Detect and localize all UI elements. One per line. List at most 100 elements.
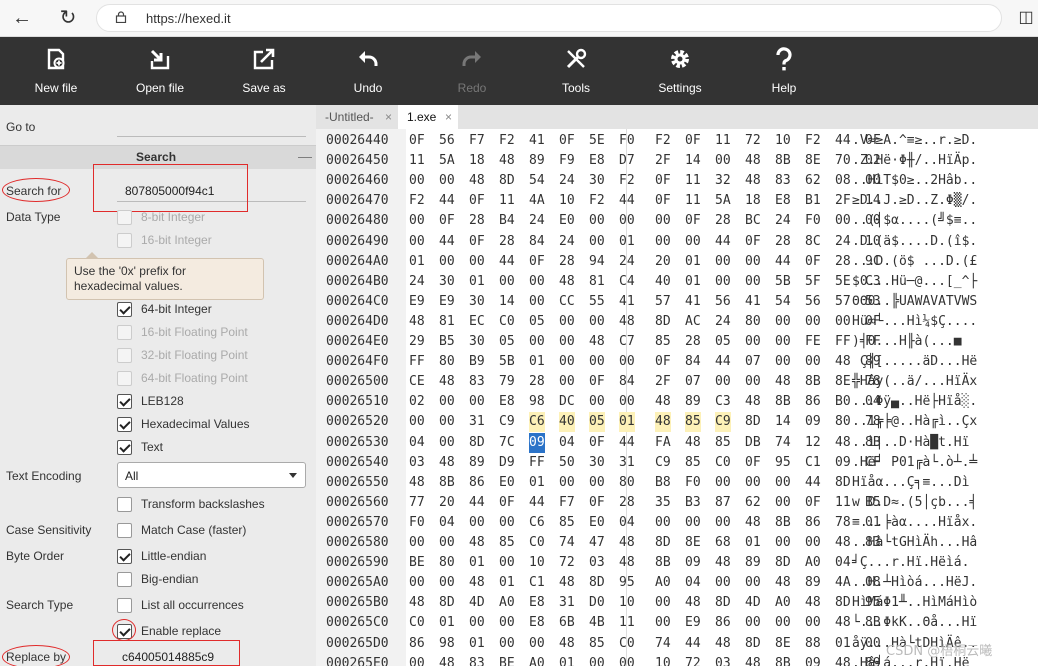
hex-byte[interactable]: 05 <box>589 412 605 433</box>
hex-byte[interactable]: 04 <box>835 553 851 573</box>
hex-byte[interactable]: 01 <box>439 613 455 633</box>
hex-byte[interactable]: 00 <box>715 473 731 493</box>
hex-byte[interactable]: 8B <box>775 392 791 412</box>
hex-byte[interactable]: 03 <box>589 553 605 573</box>
hex-byte[interactable]: 00 <box>835 312 851 332</box>
hex-byte[interactable]: 85 <box>715 433 731 453</box>
hex-byte[interactable]: 8E <box>775 634 791 654</box>
hex-byte[interactable]: E0 <box>559 211 575 231</box>
hex-byte[interactable]: 54 <box>775 292 791 312</box>
hex-byte[interactable]: 01 <box>529 352 545 372</box>
hex-byte[interactable]: F0 <box>805 211 821 231</box>
hex-byte[interactable]: 00 <box>715 272 731 292</box>
hex-byte[interactable]: B0 <box>835 392 851 412</box>
hex-byte[interactable]: 00 <box>775 613 791 633</box>
hex-byte[interactable]: 8D <box>499 171 515 191</box>
hex-byte[interactable]: 89 <box>529 151 545 171</box>
hex-byte[interactable]: FF <box>835 332 851 352</box>
ascii-text[interactable]: ..HìT$0≥..2Hâb.. <box>852 171 977 191</box>
hex-byte[interactable]: 48 <box>499 151 515 171</box>
hex-byte[interactable]: 03 <box>409 453 425 473</box>
hex-byte[interactable]: 35 <box>655 493 671 513</box>
hex-byte[interactable]: 00 <box>559 372 575 392</box>
hex-byte[interactable]: E9 <box>409 292 425 312</box>
hex-byte[interactable]: FF <box>529 453 545 473</box>
ascii-text[interactable]: ..Hà└tGHìÄh...Hâ <box>852 533 977 553</box>
hex-byte[interactable]: 0F <box>469 191 485 211</box>
ascii-text[interactable]: ΘΘ0..╠UAWAVATVWS <box>852 292 977 312</box>
hex-byte[interactable]: 5E <box>589 131 605 151</box>
hex-byte[interactable]: 00 <box>745 332 761 352</box>
hex-byte[interactable]: 04 <box>409 433 425 453</box>
close-icon[interactable]: × <box>445 105 452 129</box>
ascii-text[interactable]: .Hë┘ P01╔à└.ò┴.╧ <box>852 453 977 473</box>
hex-byte[interactable]: 89 <box>685 392 701 412</box>
hex-byte[interactable]: 00 <box>559 332 575 352</box>
hex-byte[interactable]: 07 <box>685 372 701 392</box>
ascii-text[interactable]: .Z.Hë·Φ╫/..HïÄp. <box>852 151 977 171</box>
hex-byte[interactable]: 24 <box>775 211 791 231</box>
ascii-text[interactable]: Hü∞└...Hì¼$Ç.... <box>852 312 977 332</box>
ascii-text[interactable]: ..1╔╞@..Hà╔ì..Çx <box>852 412 977 432</box>
hex-byte[interactable]: 4A <box>835 573 851 593</box>
hex-byte[interactable]: 48 <box>439 453 455 473</box>
hex-byte[interactable]: 28 <box>499 232 515 252</box>
hex-byte[interactable]: 00 <box>469 613 485 633</box>
hex-byte[interactable]: 56 <box>805 292 821 312</box>
hex-byte[interactable]: 11 <box>685 191 701 211</box>
hex-byte[interactable]: 86 <box>715 613 731 633</box>
hex-byte[interactable]: C6 <box>529 412 545 433</box>
hex-byte[interactable]: 85 <box>685 453 701 473</box>
hex-byte[interactable]: 12 <box>805 433 821 453</box>
hex-byte[interactable]: 48 <box>469 533 485 553</box>
hex-byte[interactable]: 28 <box>835 252 851 272</box>
hex-byte[interactable]: 54 <box>529 171 545 191</box>
split-screen-icon[interactable]: ◫ <box>1014 6 1038 30</box>
hex-byte[interactable]: 48 <box>559 573 575 593</box>
hex-byte[interactable]: B5 <box>439 332 455 352</box>
hex-byte[interactable]: 48 <box>619 553 635 573</box>
hex-byte[interactable]: 78 <box>835 513 851 533</box>
hex-byte[interactable]: 8B <box>775 654 791 666</box>
hex-byte[interactable]: 28 <box>715 211 731 231</box>
hex-byte[interactable]: 00 <box>805 352 821 372</box>
hex-byte[interactable]: 47 <box>589 533 605 553</box>
hex-byte[interactable]: 8C <box>805 232 821 252</box>
hex-byte[interactable]: 8E <box>685 533 701 553</box>
hex-byte[interactable]: 48 <box>685 433 701 453</box>
hex-byte[interactable]: F0 <box>619 131 635 151</box>
hex-byte[interactable]: 01 <box>409 252 425 272</box>
ascii-text[interactable]: w D.D≈.(5│çb...╡ <box>852 493 977 513</box>
hex-byte[interactable]: 00 <box>439 392 455 412</box>
hex-byte[interactable]: 48 <box>589 332 605 352</box>
help-button[interactable]: Help <box>732 37 836 105</box>
hex-byte[interactable]: 24 <box>409 272 425 292</box>
hex-byte[interactable]: 00 <box>589 392 605 412</box>
hex-byte[interactable]: 41 <box>619 292 635 312</box>
hex-byte[interactable]: 2F <box>655 151 671 171</box>
hex-byte[interactable]: 74 <box>655 634 671 654</box>
hex-byte[interactable]: D0 <box>589 593 605 613</box>
hex-byte[interactable]: 95 <box>619 573 635 593</box>
hex-byte[interactable]: 00 <box>439 433 455 453</box>
hex-byte[interactable]: EC <box>469 312 485 332</box>
hex-byte[interactable]: A0 <box>655 573 671 593</box>
hex-byte[interactable]: B8 <box>655 473 671 493</box>
hex-byte[interactable]: 00 <box>589 232 605 252</box>
hex-byte[interactable]: 01 <box>559 654 575 666</box>
hex-byte[interactable]: 04 <box>685 573 701 593</box>
hex-byte[interactable]: 85 <box>685 412 701 433</box>
hex-byte[interactable]: C4 <box>619 272 635 292</box>
hex-byte[interactable]: 00 <box>685 513 701 533</box>
checkbox-match-case[interactable] <box>117 523 132 538</box>
hex-byte[interactable]: 0F <box>589 372 605 392</box>
hex-byte[interactable]: 00 <box>469 252 485 272</box>
hex-byte[interactable]: 30 <box>589 171 605 191</box>
checkbox-leb128[interactable] <box>117 394 132 409</box>
hex-byte[interactable]: 00 <box>409 573 425 593</box>
hex-byte[interactable]: 88 <box>805 634 821 654</box>
hex-byte[interactable]: 72 <box>559 553 575 573</box>
hex-byte[interactable]: 0F <box>655 171 671 191</box>
hex-byte[interactable]: 86 <box>805 513 821 533</box>
hex-byte[interactable]: 30 <box>589 453 605 473</box>
